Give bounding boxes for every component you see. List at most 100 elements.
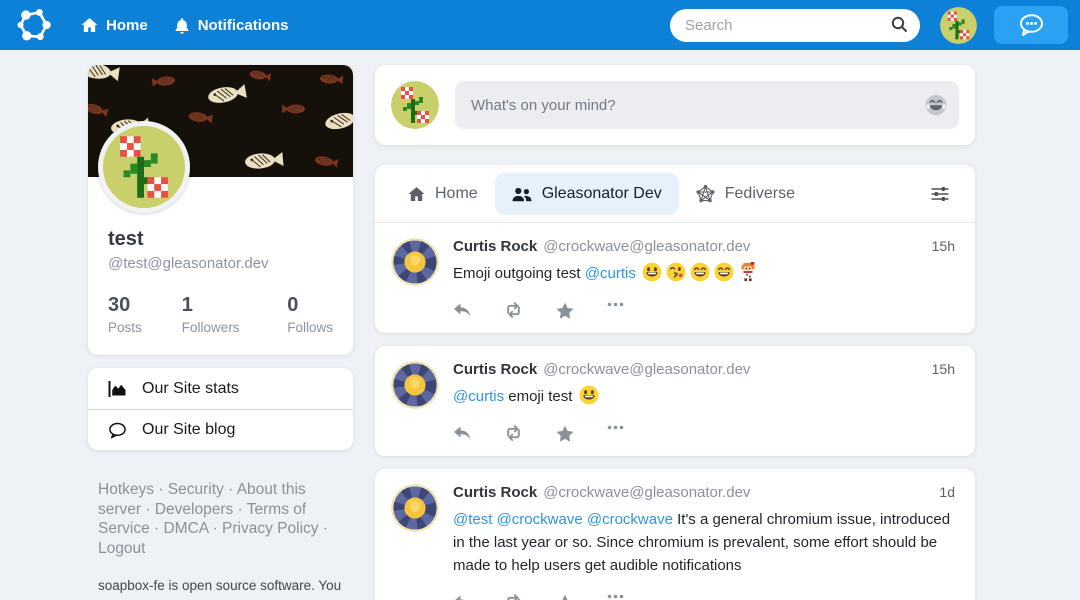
post-timestamp[interactable]: 15h [932, 238, 955, 254]
site-link-our-site-stats[interactable]: Our Site stats [88, 368, 353, 409]
mention-link[interactable]: @crockwave [497, 511, 583, 528]
post-author-name[interactable]: Curtis Rock [453, 238, 537, 255]
footer-link-privacy-policy[interactable]: Privacy Policy [222, 520, 318, 537]
mention-link[interactable]: @crockwave [587, 511, 673, 528]
star-button[interactable] [556, 594, 574, 600]
reply-button[interactable] [453, 302, 471, 319]
home-icon [81, 17, 98, 33]
reply-icon [453, 302, 471, 319]
gleasonator-logo[interactable] [14, 5, 54, 45]
stat-value: 30 [108, 294, 182, 317]
post-content: @curtis emoji test [453, 385, 955, 408]
reply-button[interactable] [453, 594, 471, 600]
footer-link-hotkeys[interactable]: Hotkeys [98, 481, 154, 498]
more-button[interactable] [607, 302, 624, 319]
nav-item-notifications[interactable]: Notifications [161, 0, 302, 50]
fediverse-icon [696, 184, 715, 203]
search-input[interactable] [670, 9, 920, 42]
post-avatar[interactable] [391, 484, 439, 532]
post-avatar[interactable] [391, 361, 439, 409]
mention-link[interactable]: @curtis [453, 388, 504, 405]
kissing-heart-emoji [666, 262, 686, 282]
footer-link-security[interactable]: Security [168, 481, 224, 498]
timeline-settings-button[interactable] [927, 182, 953, 206]
chat-bubble-icon [1016, 12, 1046, 38]
site-link-our-site-blog[interactable]: Our Site blog [88, 409, 353, 450]
post-author-name[interactable]: Curtis Rock [453, 361, 537, 378]
profile-stat-followers[interactable]: 1Followers [182, 294, 287, 335]
stat-label: Follows [287, 320, 333, 335]
pixel-sprite-emoji [738, 262, 758, 282]
post-body: Curtis Rock@crockwave@gleasonator.dev15h… [453, 361, 955, 442]
tab-home[interactable]: Home [391, 173, 495, 215]
status-card: Curtis Rock@crockwave@gleasonator.dev15h… [375, 346, 975, 456]
profile-avatar[interactable] [98, 121, 190, 213]
bell-icon [174, 17, 190, 34]
profile-card: test @test@gleasonator.dev 30Posts1Follo… [88, 65, 353, 355]
footer-link-developers[interactable]: Developers [155, 501, 233, 518]
footer-link-logout[interactable]: Logout [98, 540, 145, 557]
search-icon[interactable] [890, 15, 908, 33]
post-avatar[interactable] [391, 238, 439, 286]
composer-input[interactable] [455, 81, 959, 129]
tab-gleasonator-dev[interactable]: Gleasonator Dev [495, 173, 679, 215]
mention-link[interactable]: @curtis [585, 265, 636, 282]
more-button[interactable] [607, 425, 624, 442]
timeline-card: Home Gleasonator Dev Fediverse Curtis Rock… [375, 165, 975, 333]
post-header: Curtis Rock @crockwave@gleasonator.dev 15h [453, 238, 955, 255]
repost-button[interactable] [504, 594, 523, 600]
smiling-open-emoji [690, 262, 710, 282]
footer-link-dmca[interactable]: DMCA [163, 520, 208, 537]
post: Curtis Rock @crockwave@gleasonator.dev 15h… [375, 223, 975, 333]
nav-item-label: Home [106, 17, 148, 34]
navbar-links: Home Notifications [68, 0, 302, 50]
chat-button[interactable] [994, 6, 1068, 44]
stat-label: Posts [108, 320, 182, 335]
top-navbar: Home Notifications [0, 0, 1080, 50]
post-author-name[interactable]: Curtis Rock [453, 484, 537, 501]
more-button[interactable] [607, 594, 624, 600]
post-timestamp[interactable]: 15h [932, 361, 955, 377]
post-actions [453, 302, 955, 319]
main-column: Home Gleasonator Dev Fediverse Curtis Rock… [375, 65, 975, 600]
page-layout: test @test@gleasonator.dev 30Posts1Follo… [88, 65, 1080, 600]
post-author-handle: @crockwave@gleasonator.dev [543, 484, 750, 501]
profile-stat-posts[interactable]: 30 Posts [108, 294, 182, 335]
composer-avatar [391, 81, 439, 129]
speech-bubble-icon [108, 422, 127, 439]
post-author-handle: @crockwave@gleasonator.dev [543, 238, 750, 255]
post-content: Emoji outgoing test @curtis [453, 262, 955, 285]
tab-label: Gleasonator Dev [542, 185, 662, 203]
repost-icon [504, 302, 523, 319]
more-icon [607, 425, 624, 442]
grinning-face-emoji [579, 385, 599, 405]
repost-button[interactable] [504, 425, 523, 442]
repost-button[interactable] [504, 302, 523, 319]
tab-fediverse[interactable]: Fediverse [679, 172, 812, 215]
reply-icon [453, 594, 471, 600]
mention-link[interactable]: @test [453, 511, 492, 528]
post-timestamp[interactable]: 1d [939, 484, 955, 500]
site-link-label: Our Site stats [142, 380, 239, 398]
site-link-label: Our Site blog [142, 421, 235, 439]
sidebar: test @test@gleasonator.dev 30Posts1Follo… [88, 65, 353, 600]
tab-label: Home [435, 185, 478, 203]
navbar-avatar[interactable] [940, 7, 977, 44]
composer-field-wrap [455, 81, 959, 129]
reply-button[interactable] [453, 425, 471, 442]
star-button[interactable] [556, 425, 574, 442]
post-content: @test @crockwave @crockwave It's a gener… [453, 508, 955, 577]
emoji-picker-button[interactable] [925, 94, 947, 116]
post-body: Curtis Rock @crockwave@gleasonator.dev 15h… [453, 238, 955, 319]
profile-stat-follows[interactable]: 0Follows [287, 294, 333, 335]
nav-item-label: Notifications [198, 17, 289, 34]
profile-handle: @test@gleasonator.dev [108, 255, 333, 272]
post-header: Curtis Rock@crockwave@gleasonator.dev15h [453, 361, 955, 378]
star-button[interactable] [556, 302, 574, 319]
post-body: Curtis Rock @crockwave@gleasonator.dev 1d @… [453, 484, 955, 600]
footer-links: Hotkeys · Security · About this server ·… [98, 480, 336, 558]
site-links-card: Our Site stats Our Site blog [88, 368, 353, 450]
tab-label: Fediverse [725, 185, 795, 203]
repost-icon [504, 425, 523, 442]
nav-item-home[interactable]: Home [68, 0, 161, 50]
